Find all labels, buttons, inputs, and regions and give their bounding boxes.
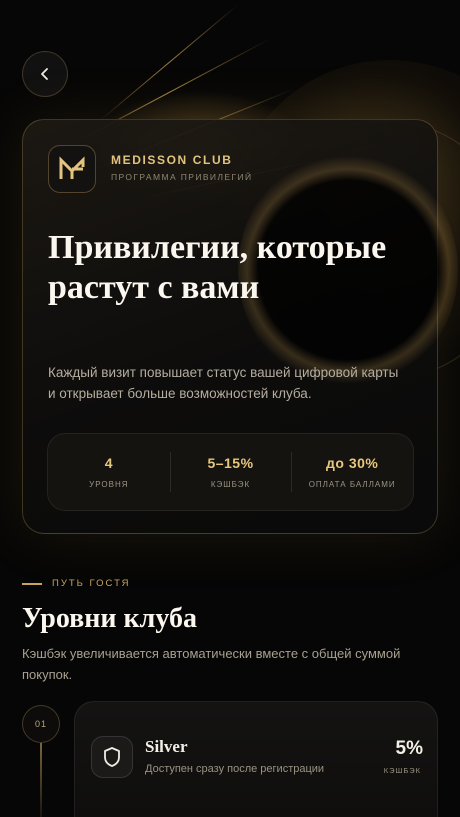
- stat-points-payment: до 30% ОПЛАТА БАЛЛАМИ: [291, 434, 413, 510]
- stat-label: ОПЛАТА БАЛЛАМИ: [308, 480, 396, 489]
- stat-value: 5–15%: [207, 455, 254, 471]
- level-cashback-label: КЭШБЭК: [383, 766, 421, 775]
- section-eyebrow: ПУТЬ ГОСТЯ: [22, 578, 131, 589]
- back-button[interactable]: [22, 51, 68, 97]
- hero-title: Привилегии, которые растут с вами: [48, 229, 387, 306]
- medisson-logo-icon: [59, 156, 85, 179]
- stat-label: КЭШБЭК: [210, 480, 251, 489]
- level-cashback-value: 5%: [395, 738, 423, 759]
- level-card-silver[interactable]: Silver Доступен сразу после регистрации …: [74, 701, 438, 817]
- shield-icon: [104, 747, 120, 767]
- brand-name: MEDISSON CLUB: [111, 153, 233, 167]
- eyebrow-line: [22, 582, 42, 585]
- stat-value: до 30%: [326, 455, 379, 471]
- level-description: Доступен сразу после регистрации: [145, 763, 325, 775]
- brand-subtitle: ПРОГРАММА ПРИВИЛЕГИЙ: [111, 172, 253, 182]
- timeline-line: [40, 743, 42, 817]
- section-description: Кэшбэк увеличивается автоматически вмест…: [22, 646, 401, 682]
- section-title: Уровни клуба: [22, 603, 197, 634]
- chevron-left-icon: [41, 68, 48, 80]
- hero-card: MEDISSON CLUB ПРОГРАММА ПРИВИЛЕГИЙ Приви…: [22, 119, 458, 534]
- stat-cashback: 5–15% КЭШБЭК: [169, 434, 292, 510]
- timeline-step-number: 01: [22, 705, 60, 743]
- eyebrow-text: ПУТЬ ГОСТЯ: [52, 578, 131, 589]
- brand-logo: [48, 145, 96, 193]
- level-name: Silver: [145, 737, 188, 756]
- stats-panel: 4 УРОВНЯ 5–15% КЭШБЭК до 30% ОПЛАТА БАЛЛ…: [47, 433, 414, 511]
- level-icon: [91, 736, 133, 778]
- hero-description: Каждый визит повышает статус вашей цифро…: [48, 365, 399, 401]
- stat-value: 4: [104, 455, 113, 471]
- stat-label: УРОВНЯ: [89, 480, 129, 489]
- stat-levels: 4 УРОВНЯ: [48, 434, 170, 510]
